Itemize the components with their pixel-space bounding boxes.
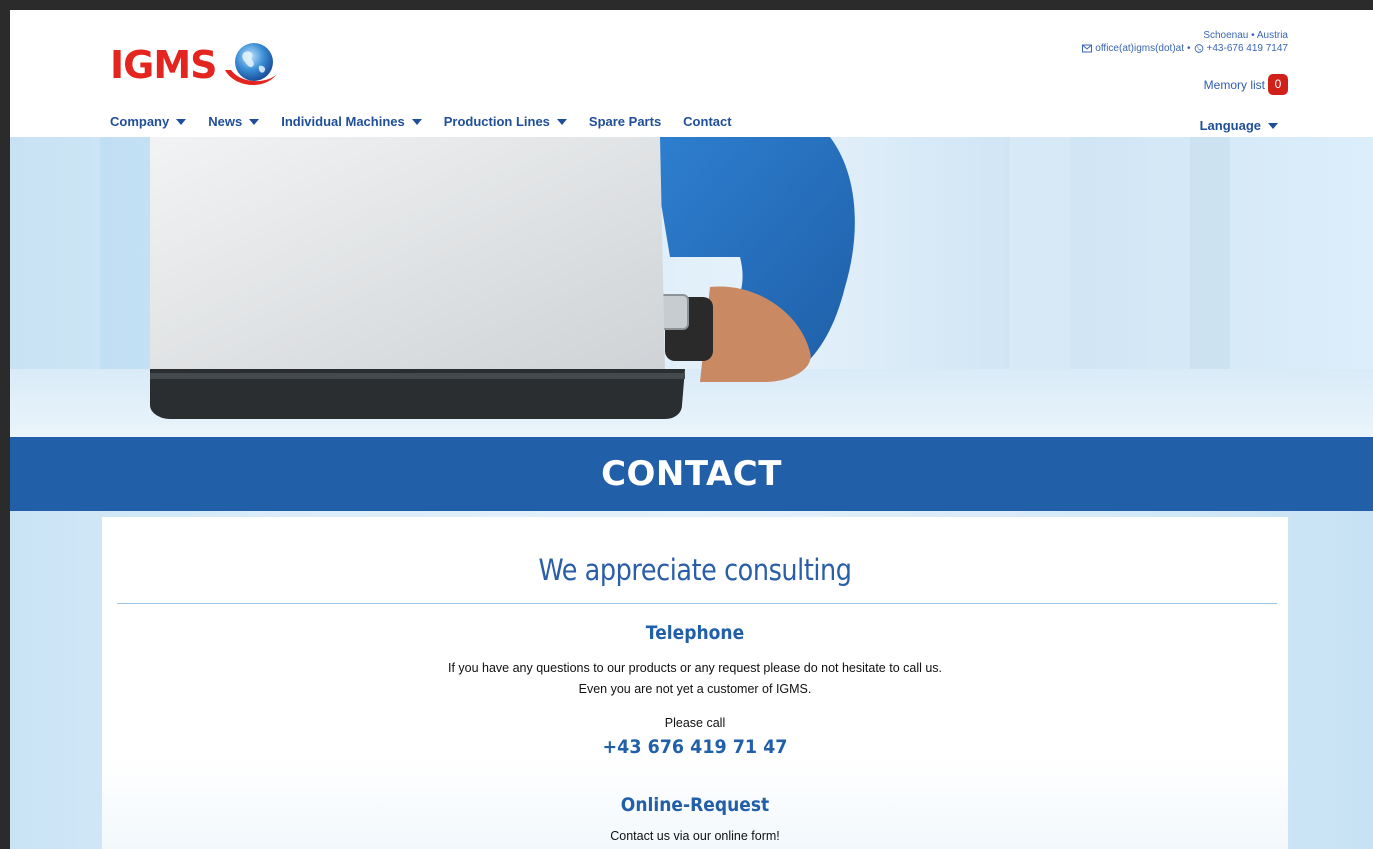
divider xyxy=(117,603,1277,604)
nav-item-label: Spare Parts xyxy=(588,114,662,129)
globe-icon xyxy=(224,43,277,86)
telephone-text-line2: Even you are not yet a customer of IGMS. xyxy=(578,682,812,696)
nav-item-label: Company xyxy=(110,114,170,129)
phone-number-link[interactable]: +43 676 419 71 47 xyxy=(149,736,1240,758)
header-email-link[interactable]: office(at)igms(dot)at xyxy=(1095,42,1184,55)
header-separator: • xyxy=(1187,43,1191,54)
memory-count-badge: 0 xyxy=(1268,74,1288,95)
nav-item-label: Production Lines xyxy=(443,114,550,129)
nav-item-spare-parts[interactable]: Spare Parts xyxy=(589,114,661,129)
page-title: CONTACT xyxy=(601,454,782,494)
telephone-title: Telephone xyxy=(645,622,745,644)
nav-item-label: Individual Machines xyxy=(281,114,405,129)
telephone-text-line1: If you have any questions to our product… xyxy=(447,661,943,675)
content-card: We appreciate consulting Telephone If yo… xyxy=(102,517,1288,849)
caret-down-icon xyxy=(249,118,260,125)
online-request-title: Online-Request xyxy=(620,794,770,816)
main-nav: Company News Individual Machines Product… xyxy=(110,114,754,129)
memory-list-button[interactable]: Memory list 0 xyxy=(1204,74,1288,95)
language-label: Language xyxy=(1199,118,1261,133)
page-title-band: CONTACT xyxy=(10,437,1373,511)
section-heading: We appreciate consulting xyxy=(538,553,852,587)
nav-item-contact[interactable]: Contact xyxy=(683,114,731,129)
nav-item-individual-machines[interactable]: Individual Machines xyxy=(281,114,422,129)
nav-item-company[interactable]: Company xyxy=(110,114,187,129)
header-location: Schoenau • Austria xyxy=(1203,30,1288,41)
content-area: We appreciate consulting Telephone If yo… xyxy=(10,511,1373,849)
header-contact-row: office(at)igms(dot)at • +43-676 419 7147 xyxy=(1082,42,1288,55)
envelope-icon xyxy=(1082,44,1093,53)
phone-icon xyxy=(1194,44,1203,53)
online-request-text[interactable]: Contact us via our online form! xyxy=(102,826,1288,847)
caret-down-icon xyxy=(556,118,567,125)
hero-image xyxy=(10,137,1373,437)
memory-list-label: Memory list xyxy=(1203,77,1265,92)
caret-down-icon xyxy=(1268,122,1278,129)
logo[interactable]: IGMS xyxy=(110,40,279,90)
caret-down-icon xyxy=(176,118,187,125)
page-frame: IGMS Schoenau • Austria office(at)igms(d… xyxy=(10,10,1373,849)
please-call-label: Please call xyxy=(664,716,726,730)
header-contact-info: Schoenau • Austria office(at)igms(dot)at… xyxy=(1082,29,1288,55)
laptop-person-illustration xyxy=(150,137,855,419)
nav-item-label: News xyxy=(208,114,243,129)
header-phone-link[interactable]: +43-676 419 7147 xyxy=(1207,42,1288,55)
nav-item-label: Contact xyxy=(683,114,732,129)
site-header: IGMS Schoenau • Austria office(at)igms(d… xyxy=(10,10,1373,137)
logo-text: IGMS xyxy=(110,43,218,87)
caret-down-icon xyxy=(411,118,422,125)
nav-item-production-lines[interactable]: Production Lines xyxy=(444,114,567,129)
language-selector[interactable]: Language xyxy=(1200,118,1278,133)
nav-item-news[interactable]: News xyxy=(208,114,260,129)
